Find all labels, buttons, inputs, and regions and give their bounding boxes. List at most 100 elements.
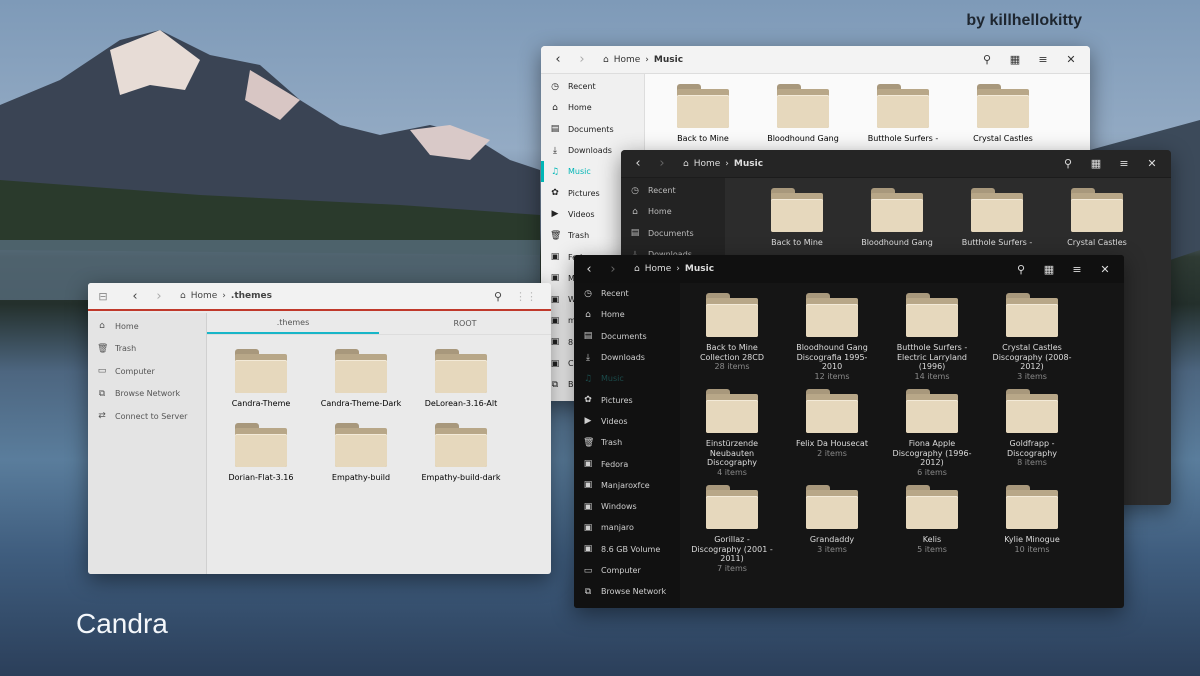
forward-button[interactable]: ›: [651, 153, 673, 175]
folder-item[interactable]: Back to Mine: [653, 84, 753, 144]
forward-button[interactable]: ›: [602, 258, 624, 280]
sidebar-item-documents[interactable]: ▤ Documents: [621, 223, 725, 244]
back-button[interactable]: ‹: [124, 285, 146, 307]
menu-icon[interactable]: ≡: [1113, 153, 1135, 175]
folder-icon: [1071, 188, 1123, 232]
folder-item[interactable]: Fiona Apple Discography (1996-2012) 6 ite…: [882, 389, 982, 477]
folder-item[interactable]: Felix Da Housecat 2 items: [782, 389, 882, 477]
search-icon[interactable]: ⚲: [976, 49, 998, 71]
sidebar-item-manjaro[interactable]: ▣ manjaro: [574, 517, 680, 538]
folder-item[interactable]: Einstürzende Neubauten Discography 4 item…: [682, 389, 782, 477]
sidebar-item-computer[interactable]: ▭ Computer: [88, 360, 206, 383]
breadcrumb-current[interactable]: Music: [654, 55, 683, 65]
grid-view-icon[interactable]: ▦: [1038, 258, 1060, 280]
grid-view-icon[interactable]: ▦: [1004, 49, 1026, 71]
grid-view-icon[interactable]: ⋮⋮: [515, 285, 537, 307]
folder-item[interactable]: Butthole Surfers - Electric Larryland (1…: [882, 293, 982, 381]
sidebar-item-pictures[interactable]: ✿ Pictures: [574, 389, 680, 410]
sidebar-item-label: Recent: [601, 289, 629, 299]
sidebar-item-browse-network[interactable]: ⧉ Browse Network: [574, 581, 680, 602]
tab-themes[interactable]: .themes: [207, 313, 379, 334]
sidebar-item-recent[interactable]: ◷ Recent: [574, 283, 680, 304]
close-icon[interactable]: ✕: [1141, 153, 1163, 175]
sidebar-item-recent[interactable]: ◷ Recent: [541, 76, 644, 97]
breadcrumb-home[interactable]: Home: [614, 55, 641, 65]
sidebar-item-home[interactable]: ⌂ Home: [574, 304, 680, 325]
file-manager-black-window: ‹ › ⌂ Home › Music ⚲ ▦ ≡ ✕ ◷ Recent ⌂ Home ▤…: [574, 255, 1124, 608]
menu-icon[interactable]: ≡: [1066, 258, 1088, 280]
folder-icon: [771, 188, 823, 232]
folder-item[interactable]: Grandaddy 3 items: [782, 485, 882, 573]
folder-name: Goldfrapp - Discography: [1007, 439, 1057, 458]
sidebar-item-home[interactable]: ⌂ Home: [541, 97, 644, 118]
drive-icon: ⊟: [98, 289, 108, 303]
sidebar-item-8-6-gb-volume[interactable]: ▣ 8.6 GB Volume: [574, 539, 680, 560]
menu-icon[interactable]: ≡: [1032, 49, 1054, 71]
folder-item[interactable]: Crystal Castles: [1047, 188, 1147, 248]
sidebar-item-connect-to-server[interactable]: ⇄ Connect to Server: [88, 405, 206, 428]
folder-item[interactable]: Kelis 5 items: [882, 485, 982, 573]
breadcrumb-home[interactable]: Home: [645, 264, 672, 274]
folder-name: Gorillaz - Discography (2001 - 2011): [691, 535, 773, 563]
sidebar-item-music[interactable]: ♫ Music: [574, 368, 680, 389]
folder-item[interactable]: Bloodhound Gang: [753, 84, 853, 144]
breadcrumb-home[interactable]: Home: [694, 159, 721, 169]
sidebar-item-recent[interactable]: ◷ Recent: [621, 180, 725, 201]
folder-item[interactable]: Candra-Theme-Dark: [311, 349, 411, 409]
folder-item[interactable]: Crystal Castles: [953, 84, 1053, 144]
sidebar-item-windows[interactable]: ▣ Windows: [574, 496, 680, 517]
sidebar-item-label: Connect to Server: [115, 411, 188, 421]
breadcrumb-current[interactable]: Music: [734, 159, 763, 169]
folder-item[interactable]: Back to Mine Collection 28CD 28 items: [682, 293, 782, 381]
drive-icon: ▣: [583, 501, 593, 512]
back-button[interactable]: ‹: [578, 258, 600, 280]
sidebar-item-manjaroxfce[interactable]: ▣ Manjaroxfce: [574, 475, 680, 496]
tab-root[interactable]: ROOT: [379, 313, 551, 334]
separator-icon: ›: [645, 54, 649, 65]
sidebar-item-documents[interactable]: ▤ Documents: [574, 326, 680, 347]
sidebar-item-home[interactable]: ⌂ Home: [88, 315, 206, 338]
back-button[interactable]: ‹: [547, 49, 569, 71]
sidebar-item-label: Documents: [648, 228, 694, 238]
folder-item[interactable]: Bloodhound Gang Discografia 1995-2010 12 …: [782, 293, 882, 381]
breadcrumb-current[interactable]: Music: [685, 264, 714, 274]
sidebar-item-downloads[interactable]: ⤓ Downloads: [574, 347, 680, 368]
computer-icon: ▭: [97, 366, 107, 377]
close-icon[interactable]: ✕: [1094, 258, 1116, 280]
folder-item[interactable]: Butthole Surfers -: [853, 84, 953, 144]
folder-item[interactable]: Butthole Surfers -: [947, 188, 1047, 248]
music-icon: ♫: [550, 166, 560, 177]
breadcrumb-home[interactable]: Home: [191, 291, 218, 301]
sidebar-item-browse-network[interactable]: ⧉ Browse Network: [88, 383, 206, 406]
sidebar-item-home[interactable]: ⌂ Home: [621, 201, 725, 222]
search-icon[interactable]: ⚲: [1057, 153, 1079, 175]
back-button[interactable]: ‹: [627, 153, 649, 175]
search-icon[interactable]: ⚲: [487, 285, 509, 307]
sidebar-item-fedora[interactable]: ▣ Fedora: [574, 453, 680, 474]
folder-item[interactable]: Back to Mine: [747, 188, 847, 248]
grid-view-icon[interactable]: ▦: [1085, 153, 1107, 175]
search-icon[interactable]: ⚲: [1010, 258, 1032, 280]
folder-item[interactable]: DeLorean-3.16-Alt: [411, 349, 511, 409]
breadcrumb-current[interactable]: .themes: [231, 291, 272, 301]
sidebar-item-trash[interactable]: 🗑 Trash: [574, 432, 680, 453]
forward-button[interactable]: ›: [571, 49, 593, 71]
folder-item[interactable]: Goldfrapp - Discography 8 items: [982, 389, 1082, 477]
folder-item[interactable]: Kylie Minogue 10 items: [982, 485, 1082, 573]
breadcrumb: ⌂ Home › .themes: [180, 291, 272, 301]
folder-item[interactable]: Gorillaz - Discography (2001 - 2011) 7 it…: [682, 485, 782, 573]
folder-item[interactable]: Candra-Theme: [211, 349, 311, 409]
folder-item[interactable]: Empathy-build: [311, 422, 411, 483]
folder-item[interactable]: Dorian-Flat-3.16: [211, 422, 311, 483]
folder-item[interactable]: Empathy-build-dark: [411, 422, 511, 483]
sidebar-item-videos[interactable]: ▶ Videos: [574, 411, 680, 432]
folder-item[interactable]: Crystal Castles Discography (2008-2012) 3…: [982, 293, 1082, 381]
sidebar-item-computer[interactable]: ▭ Computer: [574, 560, 680, 581]
sidebar-item-documents[interactable]: ▤ Documents: [541, 119, 644, 140]
sidebar-item-trash[interactable]: 🗑 Trash: [88, 338, 206, 361]
close-icon[interactable]: ✕: [1060, 49, 1082, 71]
trash-icon: 🗑: [583, 437, 595, 448]
folder-name: Back to Mine: [677, 134, 729, 143]
folder-item[interactable]: Bloodhound Gang: [847, 188, 947, 248]
forward-button[interactable]: ›: [148, 285, 170, 307]
